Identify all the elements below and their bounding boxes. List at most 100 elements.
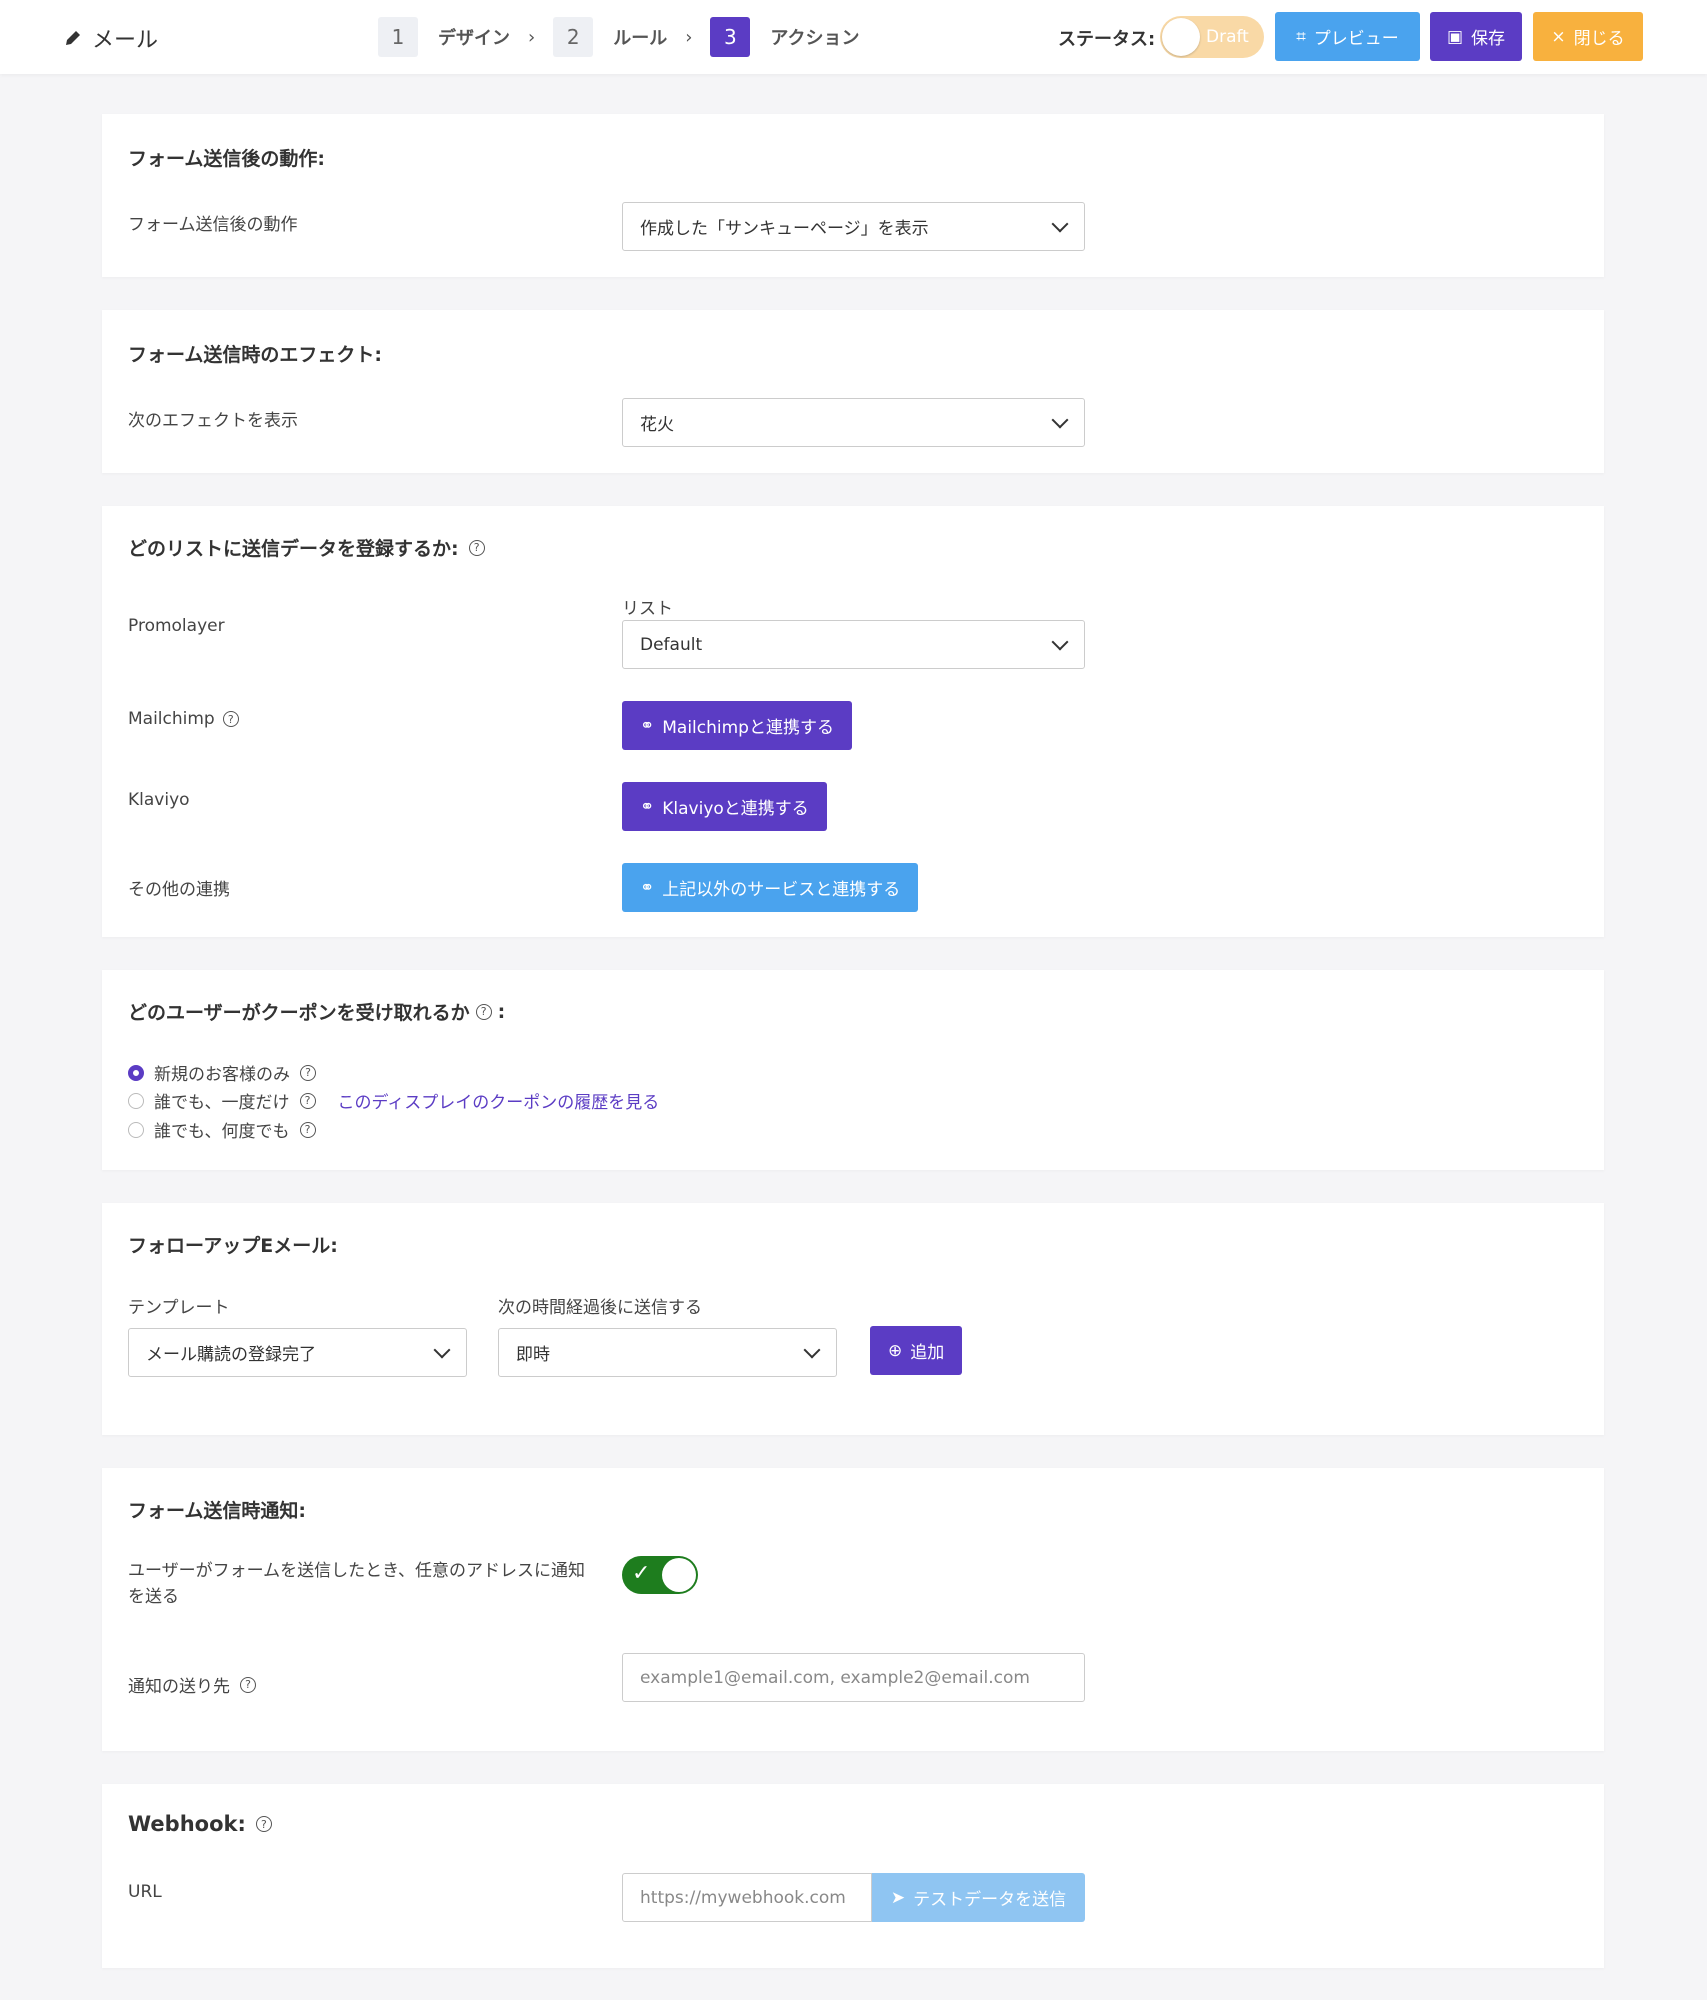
help-icon[interactable]: ? [299,1092,316,1109]
chevron-down-icon [803,1341,821,1359]
help-icon[interactable]: ? [299,1121,316,1138]
followup-title: フォローアップEメール: [128,1235,338,1257]
chevron-right-icon: › [528,26,536,48]
recipient-row-label: 通知の送り先 ? [128,1672,256,1697]
klaviyo-button-label: Klaviyoと連携する [662,799,809,819]
coupon-option-once[interactable]: 誰でも、一度だけ ? このディスプレイのクーポンの履歴を見る [128,1088,659,1113]
webhook-card: Webhook: ? URL https://mywebhook.com ➤ テ… [102,1784,1604,1968]
after-submit-label: フォーム送信後の動作 [128,215,298,235]
coupon-history-link[interactable]: このディスプレイのクーポンの履歴を見る [338,1088,660,1113]
list-label: リスト [622,599,673,619]
top-bar: メール 1 デザイン › 2 ルール › 3 アクション ステータス: Draf… [0,0,1707,74]
webhook-title: Webhook: ? [128,1812,272,1836]
help-icon[interactable]: ? [255,1816,272,1832]
list-value: Default [640,634,703,655]
pencil-icon[interactable] [64,29,82,47]
save-icon: ▣ [1446,26,1464,47]
lists-title-text: どのリストに送信データを登録するか: [128,538,459,560]
step-2-label[interactable]: ルール [613,24,667,50]
recipient-placeholder: example1@email.com, example2@email.com [640,1667,1030,1688]
status-toggle[interactable]: Draft [1160,16,1264,58]
chevron-down-icon [1051,215,1069,233]
other-button-label: 上記以外のサービスと連携する [662,880,901,900]
close-icon: × [1551,26,1566,47]
save-label: 保存 [1471,29,1506,49]
coupon-option-many[interactable]: 誰でも、何度でも ? [128,1117,316,1142]
mailchimp-label: Mailchimp [128,709,215,729]
link-icon: ⚭ [640,796,655,817]
followup-card: フォローアップEメール: テンプレート メール購読の登録完了 次の時間経過後に送… [102,1203,1604,1435]
other-connect-button[interactable]: ⚭ 上記以外のサービスと連携する [622,863,919,912]
mailchimp-connect-button[interactable]: ⚭ Mailchimpと連携する [622,701,852,750]
step-nav: 1 デザイン › 2 ルール › 3 アクション [378,17,860,57]
webhook-url-placeholder: https://mywebhook.com [640,1887,846,1908]
coupon-title-suffix: : [497,1000,506,1023]
step-2-number[interactable]: 2 [553,17,594,57]
chevron-right-icon: › [685,26,693,48]
link-icon: ⚭ [640,715,655,736]
check-icon: ✓ [632,1561,651,1586]
plus-circle-icon: ⊕ [888,1340,903,1361]
effect-value: 花火 [640,415,674,435]
effect-card: フォーム送信時のエフェクト: 次のエフェクトを表示 花火 [102,310,1604,473]
mailchimp-button-label: Mailchimpと連携する [662,718,834,738]
notify-card: フォーム送信時通知: ユーザーがフォームを送信したとき、任意のアドレスに通知を送… [102,1468,1604,1751]
add-button-label: 追加 [910,1343,945,1363]
after-submit-card: フォーム送信後の動作: フォーム送信後の動作 作成した「サンキューページ」を表示 [102,114,1604,277]
coupon-option-label: 誰でも、一度だけ [154,1093,290,1113]
after-submit-select[interactable]: 作成した「サンキューページ」を表示 [622,202,1085,251]
recipient-input[interactable]: example1@email.com, example2@email.com [622,1653,1085,1702]
notify-toggle-label: ユーザーがフォームを送信したとき、任意のアドレスに通知を送る [128,1561,585,1607]
mailchimp-row-label: Mailchimp ? [128,709,239,729]
title-text[interactable]: メール [92,22,158,54]
add-followup-button[interactable]: ⊕ 追加 [870,1326,963,1375]
effect-title: フォーム送信時のエフェクト: [128,344,383,366]
help-icon[interactable]: ? [468,539,485,556]
preview-icon: ⌗ [1296,26,1306,47]
radio-button[interactable] [128,1064,144,1081]
klaviyo-connect-button[interactable]: ⚭ Klaviyoと連携する [622,782,827,831]
notify-title: フォーム送信時通知: [128,1500,307,1522]
toggle-knob [662,1558,696,1592]
help-icon[interactable]: ? [300,1064,316,1081]
effect-label: 次のエフェクトを表示 [128,411,298,431]
link-icon: ⚭ [640,877,655,898]
recipient-label: 通知の送り先 [128,1677,230,1697]
help-icon[interactable]: ? [240,1676,256,1693]
template-value: メール購読の登録完了 [146,1345,316,1365]
preview-label: プレビュー [1313,29,1399,49]
lists-title: どのリストに送信データを登録するか: ? [128,534,485,561]
status-value: Draft [1206,27,1249,47]
close-button[interactable]: × 閉じる [1533,12,1643,61]
send-test-data-button[interactable]: ➤ テストデータを送信 [872,1873,1085,1922]
coupon-title-text: どのユーザーがクーポンを受け取れるか [128,1002,470,1024]
toggle-knob [1162,18,1200,56]
webhook-url-input[interactable]: https://mywebhook.com [622,1873,872,1922]
coupon-title: どのユーザーがクーポンを受け取れるか ? : [128,998,505,1025]
radio-button[interactable] [128,1092,144,1109]
help-icon[interactable]: ? [475,1003,492,1020]
step-3-label[interactable]: アクション [770,24,859,50]
notify-toggle[interactable]: ✓ [622,1556,698,1594]
status-label: ステータス: [1058,29,1156,50]
step-1-label[interactable]: デザイン [438,24,510,50]
radio-button[interactable] [128,1121,144,1138]
klaviyo-label: Klaviyo [128,790,190,810]
close-label: 閉じる [1573,29,1625,49]
coupon-card: どのユーザーがクーポンを受け取れるか ? : 新規のお客様のみ ? 誰でも、一度… [102,970,1604,1170]
save-button[interactable]: ▣ 保存 [1430,12,1522,61]
promolayer-label: Promolayer [128,616,225,636]
chevron-down-icon [433,1341,451,1359]
step-3-number[interactable]: 3 [710,17,751,57]
template-select[interactable]: メール購読の登録完了 [128,1328,467,1377]
chevron-down-icon [1051,411,1069,429]
list-select[interactable]: Default [622,620,1085,669]
coupon-option-new[interactable]: 新規のお客様のみ ? [128,1060,316,1085]
delay-select[interactable]: 即時 [498,1328,837,1377]
effect-select[interactable]: 花火 [622,398,1085,447]
help-icon[interactable]: ? [222,711,239,727]
chevron-down-icon [1051,633,1069,651]
preview-button[interactable]: ⌗ プレビュー [1275,12,1420,61]
step-1-number[interactable]: 1 [378,17,418,57]
webhook-title-text: Webhook: [128,1812,246,1836]
